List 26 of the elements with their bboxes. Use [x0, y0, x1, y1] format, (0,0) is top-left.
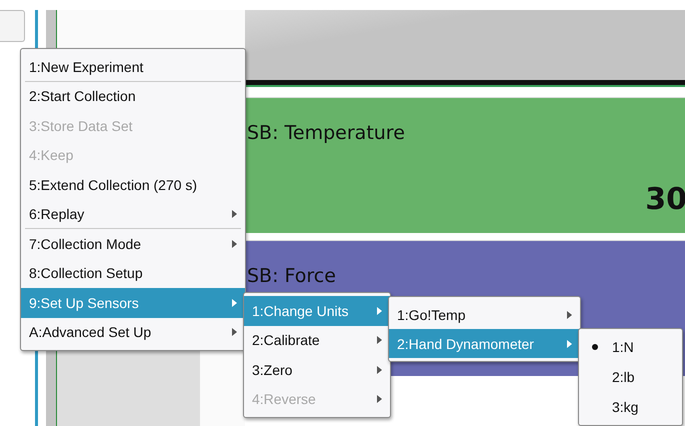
submenu-arrow-icon: [232, 298, 237, 307]
menu-item[interactable]: 8:Collection Setup: [21, 258, 245, 288]
submenu-arrow-icon: [377, 306, 382, 315]
submenu-arrow-icon: [377, 336, 382, 344]
menu-item[interactable]: 3:Zero: [244, 355, 390, 384]
menu-item[interactable]: 5:Extend Collection (270 s): [21, 170, 245, 200]
toolbar-button[interactable]: [0, 10, 25, 42]
menu-item[interactable]: 7:Collection Mode: [21, 229, 245, 258]
menu-item[interactable]: 2:lb: [579, 362, 682, 392]
menu-item[interactable]: 2:Start Collection: [21, 82, 245, 111]
submenu-arrow-icon: [232, 210, 237, 218]
submenu-arrow-icon: [567, 310, 572, 318]
submenu-arrow-icon: [377, 366, 382, 374]
submenu-arrow-icon: [232, 240, 237, 248]
menu-item[interactable]: 2:Calibrate: [244, 326, 390, 355]
submenu-arrow-icon: [567, 340, 572, 348]
submenu-arrow-icon: [377, 395, 382, 404]
menu-item[interactable]: 6:Replay: [21, 200, 245, 229]
sensor-label: SB: Temperature: [247, 122, 405, 144]
menu-item[interactable]: 1:New Experiment: [21, 52, 245, 82]
menu-item[interactable]: A:Advanced Set Up: [21, 318, 245, 347]
menu-item[interactable]: 1:Go!Temp: [389, 300, 580, 329]
submenu-arrow-icon: [232, 328, 237, 336]
menu-item[interactable]: 1:N: [579, 332, 682, 362]
sensor-label: SB: Force: [247, 265, 336, 287]
menu-item[interactable]: 3:kg: [579, 392, 682, 422]
